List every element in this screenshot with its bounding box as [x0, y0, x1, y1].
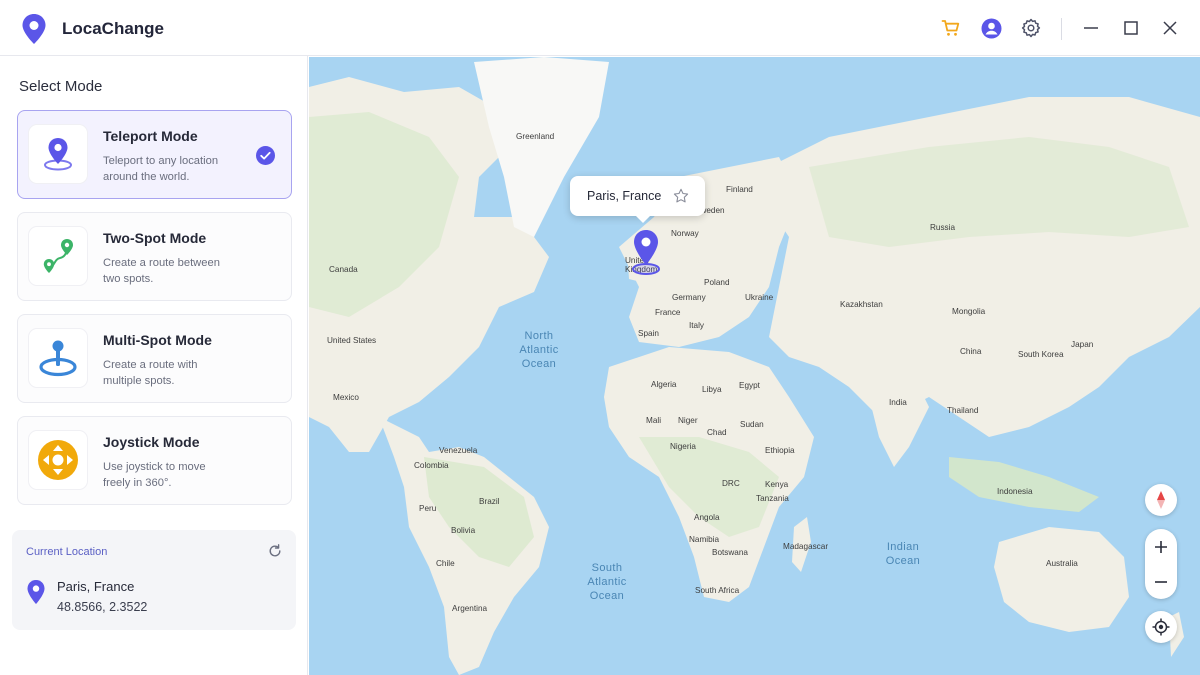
my-location-icon[interactable]: [1145, 611, 1177, 643]
mode-card-multi-spot[interactable]: Multi-Spot Mode Create a route with multi…: [17, 314, 292, 403]
mode-card-joystick[interactable]: Joystick Mode Use joystick to move freely…: [17, 416, 292, 505]
map-label: DRC: [722, 479, 740, 488]
mode-icon-box: [29, 329, 87, 387]
map-pin-icon: [632, 230, 660, 275]
map-label: Tanzania: [756, 494, 789, 503]
joystick-icon: [38, 440, 78, 480]
sidebar: Select Mode Teleport Mode Teleport to an…: [0, 56, 308, 675]
location-pin-icon: [22, 14, 46, 44]
map-label: Madagascar: [783, 542, 829, 551]
app-name: LocaChange: [62, 19, 165, 38]
world-map[interactable]: Greenland Canada United States Mexico Ve…: [309, 57, 1200, 675]
map-label: Kenya: [765, 480, 789, 489]
mode-title: Joystick Mode: [103, 434, 200, 450]
map-label: Poland: [704, 278, 730, 287]
map-label: China: [960, 347, 982, 356]
map-label: Mexico: [333, 393, 359, 402]
account-icon[interactable]: [980, 17, 1002, 39]
mode-icon-box: [29, 227, 87, 285]
mode-card-two-spot[interactable]: Two-Spot Mode Create a route between two …: [17, 212, 292, 301]
map-label: Thailand: [947, 406, 979, 415]
map-label: Kazakhstan: [840, 300, 883, 309]
close-icon[interactable]: [1159, 17, 1181, 39]
mode-title: Multi-Spot Mode: [103, 332, 212, 348]
map-label: India: [889, 398, 907, 407]
mode-description: Create a route between two spots.: [103, 257, 220, 285]
current-location-panel: Current Location Paris, France 48.8566, …: [12, 530, 296, 630]
compass-icon[interactable]: [1145, 484, 1177, 516]
map-label: Germany: [672, 293, 706, 302]
cart-icon[interactable]: [940, 17, 962, 39]
map-label: Spain: [638, 329, 659, 338]
map-label: South Korea: [1018, 350, 1064, 359]
title-bar: LocaChange: [0, 0, 1200, 56]
map-label: Russia: [930, 223, 956, 232]
zoom-out-icon[interactable]: [1145, 564, 1177, 599]
minimize-icon[interactable]: [1080, 17, 1102, 39]
mode-title: Two-Spot Mode: [103, 230, 207, 246]
ocean-label: North Atlantic Ocean: [519, 330, 559, 370]
map-label: Venezuela: [439, 446, 478, 455]
popup-location-name: Paris, France: [587, 189, 662, 203]
teleport-pin-icon: [44, 138, 72, 171]
map-label: Brazil: [479, 497, 500, 506]
map-label: Niger: [678, 416, 698, 425]
map-label: Canada: [329, 265, 358, 274]
map-label: Greenland: [516, 132, 555, 141]
two-spot-route-icon: [43, 239, 73, 273]
map-base: [309, 57, 1200, 675]
current-location-name: Paris, France: [57, 579, 135, 594]
title-bar-divider: [1061, 18, 1062, 40]
map-label: Ethiopia: [765, 446, 795, 455]
map-label: Colombia: [414, 461, 449, 470]
map-label: Australia: [1046, 559, 1078, 568]
map-label: Argentina: [452, 604, 488, 613]
multi-spot-icon: [39, 340, 77, 377]
map-label: Mongolia: [952, 307, 986, 316]
map-label: United States: [327, 336, 377, 345]
map-label: Nigeria: [670, 442, 696, 451]
map-label: Finland: [726, 185, 753, 194]
mode-description: Create a route with multiple spots.: [103, 359, 198, 387]
map-label: Sudan: [740, 420, 764, 429]
map-label: Chile: [436, 559, 455, 568]
map-label: Egypt: [739, 381, 760, 390]
map-label: Bolivia: [451, 526, 476, 535]
map-label: Angola: [694, 513, 720, 522]
map-label: Japan: [1071, 340, 1094, 349]
zoom-in-icon[interactable]: [1145, 529, 1177, 564]
map-label: Namibia: [689, 535, 720, 544]
mode-description: Use joystick to move freely in 360°.: [103, 461, 206, 489]
location-popup: Paris, France: [570, 176, 705, 223]
mode-description: Teleport to any location around the world…: [103, 155, 219, 183]
mode-icon-box: [29, 125, 87, 183]
check-circle-icon: [256, 146, 275, 165]
current-location-label: Current Location: [26, 546, 108, 558]
mode-card-teleport[interactable]: Teleport Mode Teleport to any location ar…: [17, 110, 292, 199]
map-label: Indonesia: [997, 487, 1033, 496]
current-location-coords: 48.8566, 2.3522: [57, 600, 148, 614]
map-label: Chad: [707, 428, 727, 437]
zoom-controls: [1145, 529, 1177, 599]
map-label: Mali: [646, 416, 662, 425]
map-label: Botswana: [712, 548, 748, 557]
gear-icon[interactable]: [1020, 17, 1042, 39]
star-icon[interactable]: [673, 188, 689, 204]
map-label: South Africa: [695, 586, 740, 595]
map-label: Libya: [702, 385, 722, 394]
map-label: France: [655, 308, 681, 317]
map-label: Ukraine: [745, 293, 774, 302]
maximize-icon[interactable]: [1120, 17, 1142, 39]
map-label: Peru: [419, 504, 437, 513]
refresh-icon[interactable]: [268, 544, 282, 558]
map-label: Algeria: [651, 380, 677, 389]
map-label: Italy: [689, 321, 705, 330]
sidebar-title: Select Mode: [19, 78, 103, 95]
location-pin-icon: [27, 580, 45, 604]
mode-title: Teleport Mode: [103, 128, 198, 144]
map-label: Norway: [671, 229, 699, 238]
mode-icon-box: [29, 431, 87, 489]
ocean-label: South Atlantic Ocean: [587, 562, 627, 602]
ocean-label: Indian Ocean: [885, 541, 921, 567]
